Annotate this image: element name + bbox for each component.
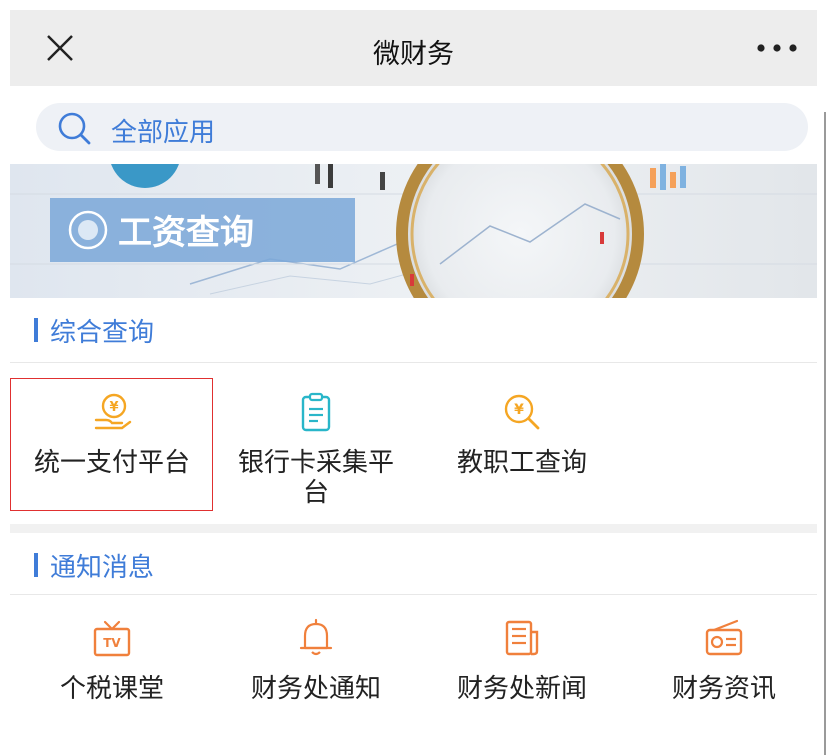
divider: [10, 594, 817, 595]
tv-icon: TV: [93, 620, 131, 657]
tile-staff-query[interactable]: ¥ 教职工查询: [420, 380, 624, 508]
yuan-search-icon: ¥: [504, 394, 540, 430]
banner-title: 工资查询: [118, 213, 254, 253]
section-accent-bar: [34, 318, 38, 342]
tile-label: 财务资讯: [671, 674, 776, 704]
yuan-hand-icon: ¥: [94, 393, 132, 430]
tile-unified-payment[interactable]: ¥ 统一支付平台: [10, 380, 214, 508]
section-title: 综合查询: [50, 318, 155, 348]
newspaper-icon: [505, 620, 539, 656]
title-bar: 微财务: [10, 10, 817, 86]
divider: [10, 362, 817, 363]
svg-text:¥: ¥: [109, 400, 118, 415]
section-header-notifications: 通知消息: [10, 533, 817, 597]
tile-label: 个税课堂: [59, 674, 164, 704]
tile-finance-notice[interactable]: 财务处通知: [214, 606, 418, 734]
section-header-general-query: 综合查询: [10, 298, 817, 362]
search-bar[interactable]: 全部应用: [36, 103, 808, 151]
tile-label: 统一支付平台: [33, 448, 190, 478]
clipboard-icon: [301, 392, 331, 432]
more-dots-icon: [757, 44, 797, 52]
banner-image: 工资查询: [10, 164, 817, 298]
svg-text:TV: TV: [103, 636, 121, 650]
tile-label: 教职工查询: [456, 448, 587, 478]
more-button[interactable]: [753, 34, 801, 62]
svg-text:¥: ¥: [514, 402, 524, 418]
section-accent-bar: [34, 553, 38, 577]
tile-finance-news[interactable]: 财务处新闻: [420, 606, 624, 734]
tile-tax-class[interactable]: TV 个税课堂: [10, 606, 214, 734]
tile-label: 财务处新闻: [456, 674, 587, 704]
tile-finance-info[interactable]: 财务资讯: [622, 606, 826, 734]
section-gap: [10, 524, 817, 533]
tile-bank-card-collection[interactable]: 银行卡采集平台: [214, 380, 418, 508]
search-label: 全部应用: [111, 118, 216, 148]
search-icon: [58, 112, 91, 145]
section-title: 通知消息: [50, 553, 155, 583]
salary-query-banner[interactable]: 工资查询: [10, 164, 817, 298]
tile-label: 银行卡采集平台: [237, 448, 394, 508]
tile-label: 财务处通知: [250, 674, 381, 704]
page-title: 微财务: [373, 39, 454, 70]
bell-icon: [299, 618, 333, 656]
radio-icon: [705, 619, 743, 656]
